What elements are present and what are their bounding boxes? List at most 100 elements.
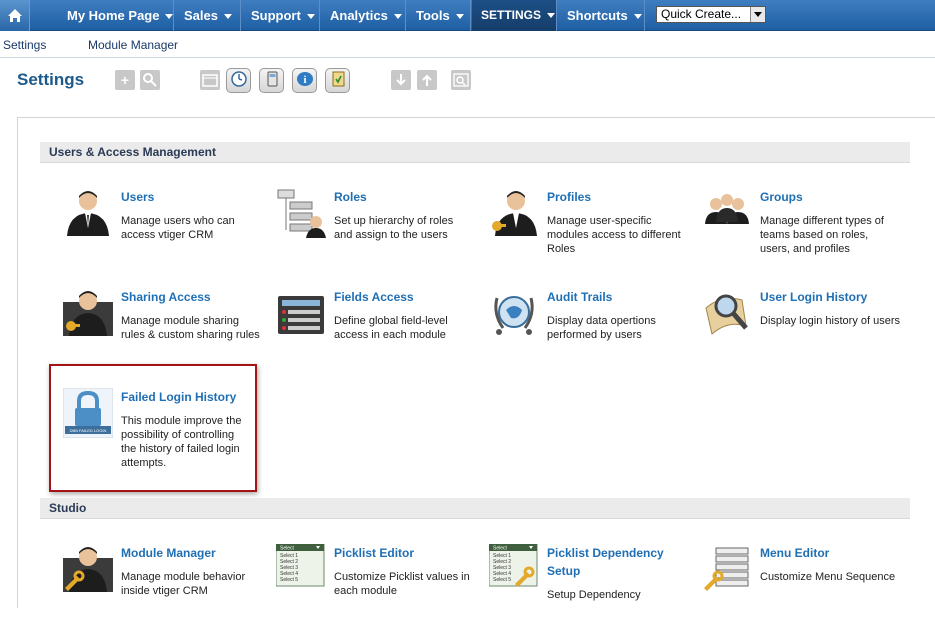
home-icon [7,9,22,22]
item-description: Define global field-level access in each… [334,315,448,341]
breadcrumb-module-manager[interactable]: Module Manager [88,38,178,52]
item-title[interactable]: Groups [760,188,910,206]
item-description: Customize Picklist values in each module [334,571,470,597]
item-description: Set up hierarchy of roles and assign to … [334,215,454,241]
item-title[interactable]: Users [121,188,271,206]
add-icon[interactable]: + [115,70,135,90]
find-duplicates-icon[interactable] [451,70,471,90]
info-icon[interactable]: i [292,68,317,93]
item-description: Display data opertions performed by user… [547,315,656,341]
item-title[interactable]: Picklist Editor [334,544,484,562]
user-icon [67,191,109,236]
home-button[interactable] [0,0,30,31]
chevron-down-icon [223,14,232,20]
search-icon[interactable] [140,70,160,90]
calculator-icon[interactable] [259,68,284,93]
item-title[interactable]: Module Manager [121,544,271,562]
dropdown-arrow-icon[interactable] [750,7,765,22]
item-title[interactable]: Picklist Dependency Setup [547,544,697,580]
picklist-editor-icon: Select Select 1 Select 2 Select 3 Select… [276,544,325,587]
breadcrumb-settings[interactable]: Settings [3,38,46,52]
nav-label: SETTINGS [481,8,542,22]
nav-label: Tools [416,8,450,23]
item-description: Manage module sharing rules & custom sha… [121,315,260,341]
nav-label: Shortcuts [567,8,628,23]
roles-hierarchy-icon [277,189,326,238]
nav-my-home-page[interactable]: My Home Page [58,0,174,31]
item-description: Setup Dependency [547,589,641,601]
settings-item-user-login-history[interactable]: User Login History Display login history… [702,288,907,368]
breadcrumb: Settings Module Manager [0,32,935,58]
calendar-icon[interactable] [200,70,220,90]
quick-create-value: Quick Create... [661,7,742,21]
item-description: Display login history of users [760,315,901,327]
settings-item-fields-access[interactable]: Fields Access Define global field-level … [276,288,481,368]
chevron-down-icon [547,13,556,19]
clock-icon[interactable] [226,68,251,93]
nav-label: Support [251,8,301,23]
settings-item-audit-trails[interactable]: Audit Trails Display data opertions perf… [489,288,694,368]
nav-analytics[interactable]: Analytics [321,0,406,31]
groups-icon [705,194,749,224]
settings-item-roles[interactable]: Roles Set up hierarchy of roles and assi… [276,188,481,268]
item-title[interactable]: Roles [334,188,484,206]
module-manager-icon [63,547,113,592]
login-history-icon [705,294,748,335]
svg-text:i: i [303,74,306,86]
settings-item-users[interactable]: Users Manage users who can access vtiger… [63,188,268,268]
chevron-down-icon [306,14,315,20]
section-header-users-access: Users & Access Management [40,142,910,163]
icon-header: Select [493,546,508,552]
page-title: Settings [17,70,85,89]
chevron-down-icon [165,14,174,20]
item-title[interactable]: Menu Editor [760,544,910,562]
menu-editor-icon [704,547,749,591]
chevron-down-icon [455,14,464,20]
item-description: Manage users who can access vtiger CRM [121,215,235,241]
item-title[interactable]: User Login History [760,288,910,306]
settings-item-picklist-dependency[interactable]: Select Select 1 Select 2 Select 3 Select… [489,544,694,624]
nav-label: Sales [184,8,218,23]
item-title[interactable]: Sharing Access [121,288,271,306]
settings-item-profiles[interactable]: Profiles Manage user-specific modules ac… [489,188,694,268]
nav-support[interactable]: Support [242,0,320,31]
item-description: Manage module behavior inside vtiger CRM [121,571,246,597]
nav-settings[interactable]: SETTINGS [472,0,557,31]
item-description: This module improve the possibility of c… [121,415,242,469]
item-description: Manage user-specific modules access to d… [547,215,681,255]
icon-caption: DBB FAILED LOGIN [70,428,107,433]
clipboard-icon[interactable] [325,68,350,93]
item-title[interactable]: Profiles [547,188,697,206]
nav-sales[interactable]: Sales [175,0,241,31]
quick-create-select[interactable]: Quick Create... [656,6,766,23]
item-title[interactable]: Audit Trails [547,288,697,306]
icon-line: Select 5 [280,577,298,583]
settings-item-module-manager[interactable]: Module Manager Manage module behavior in… [63,544,268,624]
nav-tools[interactable]: Tools [407,0,471,31]
settings-item-menu-editor[interactable]: Menu Editor Customize Menu Sequence [702,544,907,624]
nav-label: Analytics [330,8,388,23]
chevron-down-icon [633,14,642,20]
nav-label: My Home Page [67,8,160,23]
section-header-studio: Studio [40,498,910,519]
fields-access-icon [278,296,324,334]
import-icon[interactable] [391,70,411,90]
chevron-down-icon [393,14,402,20]
item-title[interactable]: Fields Access [334,288,484,306]
item-title[interactable]: Failed Login History [121,388,271,406]
export-icon[interactable] [417,70,437,90]
settings-item-failed-login-history[interactable]: DBB FAILED LOGIN Failed Login History Th… [63,388,248,469]
profile-key-icon [492,191,537,236]
icon-header: Select [280,546,295,552]
settings-item-sharing-access[interactable]: Sharing Access Manage module sharing rul… [63,288,268,368]
nav-shortcuts[interactable]: Shortcuts [558,0,645,31]
top-navigation-bar: My Home Page Sales Support Analytics Too… [0,0,935,31]
sharing-access-icon [63,291,113,336]
icon-line: Select 5 [493,577,511,583]
picklist-dependency-icon: Select Select 1 Select 2 Select 3 Select… [489,544,538,587]
item-description: Manage different types of teams based on… [760,215,884,255]
settings-item-picklist-editor[interactable]: Select Select 1 Select 2 Select 3 Select… [276,544,481,624]
item-description: Customize Menu Sequence [760,571,896,583]
settings-item-groups[interactable]: Groups Manage different types of teams b… [702,188,907,268]
audit-trails-icon [494,296,534,335]
